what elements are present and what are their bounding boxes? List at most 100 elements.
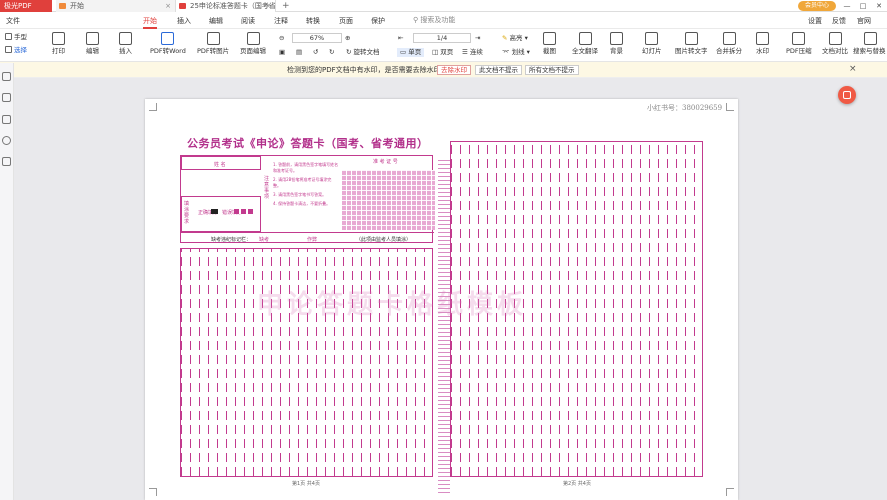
sheet-title: 公务员考试《申论》答题卡（国考、省考通用） xyxy=(187,137,429,150)
edit-icon xyxy=(86,32,99,45)
search-input[interactable]: ⚲ 搜索及功能 xyxy=(413,15,503,26)
watermark-text: 申论答题卡格纸模板 xyxy=(257,290,528,320)
merge-icon xyxy=(722,32,736,45)
menu-start[interactable]: 开始 xyxy=(143,15,157,29)
rotate-right-icon[interactable]: ↻ xyxy=(329,48,334,57)
compare-button[interactable]: 文档对比 xyxy=(822,32,848,55)
translate-icon xyxy=(578,32,592,45)
absent-item: 缺考 xyxy=(259,237,270,243)
pdf-compress-button[interactable]: PDF压缩 xyxy=(786,32,812,55)
zoom-select[interactable]: 67% xyxy=(292,33,342,43)
member-center-button[interactable]: 会员中心 xyxy=(798,1,836,11)
watermark-icon xyxy=(756,32,769,45)
name-label: 姓 名 xyxy=(214,162,226,168)
translate-button[interactable]: 全文翻译 xyxy=(572,32,598,55)
search-replace-button[interactable]: 搜索与替换 xyxy=(853,32,887,55)
fit-page-icon[interactable]: ▣ xyxy=(279,48,285,57)
dont-remind-doc-button[interactable]: 此文档不提示 xyxy=(475,65,522,75)
thumbnail-icon[interactable] xyxy=(2,93,11,102)
pdf-to-word-button[interactable]: PDF转Word xyxy=(150,32,186,55)
fit-width-icon[interactable]: ▤ xyxy=(296,48,302,57)
proctor-note: （此项由监考人员填涂） xyxy=(356,237,412,243)
select-tool[interactable]: 选择 xyxy=(5,46,27,55)
note-item: 2. 请用2B铅笔将准考证号填涂完整。 xyxy=(273,177,332,188)
last-page-icon[interactable]: ⇥ xyxy=(475,34,480,43)
continuous-button[interactable]: ☰ 连续 xyxy=(462,48,483,57)
close-icon[interactable]: × xyxy=(849,64,857,74)
exam-number-label: 准 考 证 号 xyxy=(373,159,398,165)
menu-annotate[interactable]: 注释 xyxy=(274,15,288,27)
page-number-input[interactable]: 1/4 xyxy=(413,33,471,43)
menu-convert[interactable]: 转换 xyxy=(306,15,320,27)
maximize-icon[interactable]: □ xyxy=(856,0,870,12)
crop-mark xyxy=(726,103,734,111)
search-icon[interactable] xyxy=(2,136,11,145)
menu-protect[interactable]: 保护 xyxy=(371,15,385,27)
single-page-icon: ▭ xyxy=(400,48,407,56)
pdf-to-image-button[interactable]: PDF转图片 xyxy=(197,32,229,55)
highlight-button[interactable]: ✎ 高亮 ▾ xyxy=(502,34,528,43)
tab-home-label: 开始 xyxy=(70,2,84,10)
screenshot-button[interactable]: 截图 xyxy=(543,32,556,55)
slideshow-button[interactable]: 幻灯片 xyxy=(642,32,662,55)
double-page-button[interactable]: ◫ 双页 xyxy=(432,48,453,57)
note-item: 3. 请用黑色签字笔书写答案。 xyxy=(273,192,327,197)
first-page-icon[interactable]: ⇤ xyxy=(398,34,403,43)
zoom-out-icon[interactable]: ⊖ xyxy=(279,34,284,43)
comment-icon[interactable] xyxy=(2,115,11,124)
minimize-icon[interactable]: — xyxy=(840,0,854,12)
image-to-text-button[interactable]: 图片转文字 xyxy=(675,32,708,55)
watermark-button[interactable]: 水印 xyxy=(756,32,769,55)
page-footer-right: 第2页 共4页 xyxy=(563,481,591,487)
tab-home[interactable]: 开始 × xyxy=(56,0,176,12)
menu-bar: 文件 开始 插入 编辑 阅读 注释 转换 页面 保护 ⚲ 搜索及功能 设置 反馈… xyxy=(0,12,887,29)
answer-grid-left xyxy=(180,248,433,477)
single-page-button[interactable]: ▭ 单页 xyxy=(397,48,425,57)
double-page-label: 双页 xyxy=(440,48,454,56)
new-tab-button[interactable]: + xyxy=(282,0,290,12)
page-edit-button[interactable]: 页面编辑 xyxy=(240,32,266,55)
menu-insert[interactable]: 插入 xyxy=(177,15,191,27)
close-icon[interactable]: × xyxy=(265,0,271,12)
menu-website[interactable]: 官网 xyxy=(857,15,871,27)
cursor-icon xyxy=(5,46,12,53)
menu-file[interactable]: 文件 xyxy=(6,15,20,27)
hand-tool[interactable]: 手型 xyxy=(5,33,27,42)
floating-action-button[interactable] xyxy=(838,86,856,104)
insert-button[interactable]: 插入 xyxy=(119,32,132,55)
rotate-left-icon[interactable]: ↺ xyxy=(313,48,318,57)
menu-edit[interactable]: 编辑 xyxy=(209,15,223,27)
continuous-icon: ☰ xyxy=(462,48,468,56)
menu-read[interactable]: 阅读 xyxy=(241,15,255,27)
highlight-icon: ✎ xyxy=(502,34,508,42)
edit-button[interactable]: 编辑 xyxy=(86,32,99,55)
menu-page[interactable]: 页面 xyxy=(339,15,353,27)
left-sidebar xyxy=(0,63,14,500)
serial-number: 小红书号：380029659 xyxy=(647,104,723,112)
edit-label: 编辑 xyxy=(86,47,99,55)
zoom-in-icon[interactable]: ⊕ xyxy=(345,34,350,43)
merge-split-button[interactable]: 合并拆分 xyxy=(716,32,742,55)
background-button[interactable]: 背景 xyxy=(610,32,623,55)
attachment-icon[interactable] xyxy=(2,157,11,166)
note-item: 4. 保持答题卡清洁，不要折叠。 xyxy=(273,201,331,206)
rotate-document-button[interactable]: ↻ 旋转文档 xyxy=(346,48,380,57)
close-icon[interactable]: × xyxy=(165,0,171,12)
menu-feedback[interactable]: 反馈 xyxy=(832,15,846,27)
close-window-icon[interactable]: ✕ xyxy=(872,0,886,12)
bookmark-icon[interactable] xyxy=(2,72,11,81)
dont-remind-all-button[interactable]: 所有文档不提示 xyxy=(525,65,579,75)
strike-button[interactable]: ⌤ 划线 ▾ xyxy=(502,48,530,57)
crop-mark xyxy=(726,488,734,496)
pdf-icon xyxy=(179,3,186,9)
absent-label: 缺考违纪标记栏： xyxy=(211,237,252,243)
print-button[interactable]: 打印 xyxy=(52,32,65,55)
menu-settings[interactable]: 设置 xyxy=(808,15,822,27)
pdf-compress-label: PDF压缩 xyxy=(786,47,812,55)
fill-label: 填涂要求 xyxy=(184,201,190,225)
remove-watermark-button[interactable]: 去除水印 xyxy=(437,65,471,75)
tab-document[interactable]: 25申论标准答题卡（国考省... × xyxy=(176,0,276,12)
image-to-text-label: 图片转文字 xyxy=(675,47,708,55)
strike-label: 划线 xyxy=(511,48,525,56)
absent-row: 缺考违纪标记栏： 缺考 作弊 （此项由监考人员填涂） xyxy=(181,232,434,244)
